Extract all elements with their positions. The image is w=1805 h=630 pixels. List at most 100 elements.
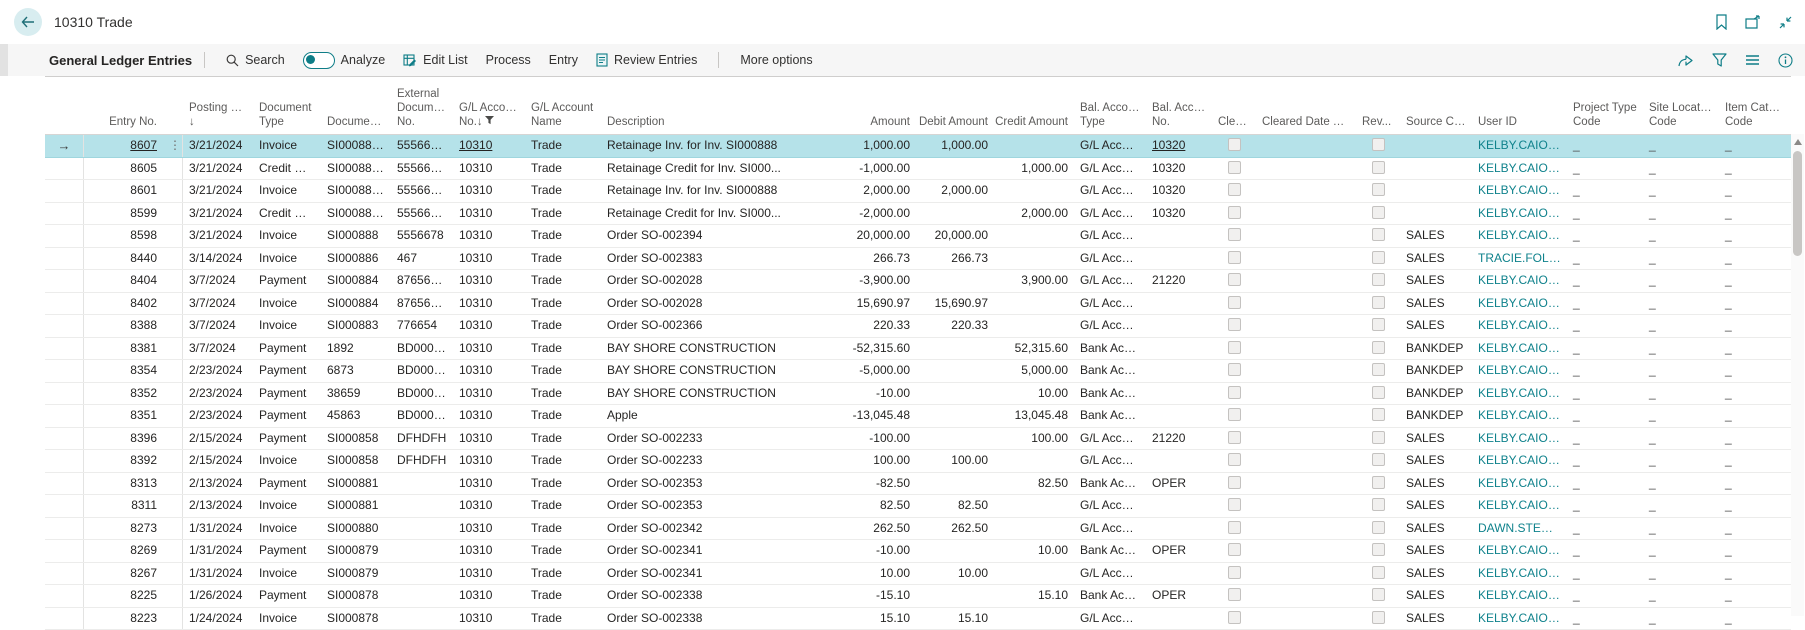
cell-user_id[interactable]: KELBY.CAIOLA (1472, 405, 1567, 427)
column-header-description[interactable]: Description (601, 77, 826, 134)
column-header-ptype[interactable]: Project TypeCode (1567, 77, 1643, 134)
table-row[interactable]: 84023/7/2024InvoiceSI0008848765678901031… (45, 293, 1791, 316)
bookmark-icon[interactable] (1713, 12, 1730, 32)
table-row[interactable]: 83512/23/2024Payment45863BD0004410310Tra… (45, 405, 1791, 428)
clea-checkbox[interactable] (1228, 408, 1241, 421)
cell-entry_no[interactable]: 8225 (83, 585, 163, 607)
rev-checkbox[interactable] (1372, 476, 1385, 489)
cell-user_id[interactable]: KELBY.CAIOLA (1472, 428, 1567, 450)
rev-checkbox[interactable] (1372, 341, 1385, 354)
cell-entry_no[interactable]: 8440 (83, 248, 163, 270)
info-icon[interactable] (1776, 51, 1795, 70)
clea-checkbox[interactable] (1228, 386, 1241, 399)
table-row[interactable]: 86053/21/2024Credit MemoSI000888RC155566… (45, 158, 1791, 181)
clea-checkbox[interactable] (1228, 611, 1241, 624)
open-in-new-window-icon[interactable] (1743, 13, 1763, 32)
cell-user_id[interactable]: KELBY.CAIOLA (1472, 563, 1567, 585)
cell-user_id[interactable]: KELBY.CAIOLA (1472, 383, 1567, 405)
clea-checkbox[interactable] (1228, 363, 1241, 376)
rev-checkbox[interactable] (1372, 408, 1385, 421)
rev-checkbox[interactable] (1372, 363, 1385, 376)
clea-checkbox[interactable] (1228, 228, 1241, 241)
cell-user_id[interactable]: KELBY.CAIOLA (1472, 270, 1567, 292)
rev-checkbox[interactable] (1372, 251, 1385, 264)
table-row[interactable]: 83962/15/2024PaymentSI000858DFHDFH10310T… (45, 428, 1791, 451)
column-header-source[interactable]: Source Code (1400, 77, 1472, 134)
table-row[interactable]: 82691/31/2024PaymentSI00087910310TradeOr… (45, 540, 1791, 563)
cell-entry_no[interactable]: 8392 (83, 450, 163, 472)
table-row[interactable]: 82231/24/2024InvoiceSI00087810310TradeOr… (45, 608, 1791, 630)
clea-checkbox[interactable] (1228, 498, 1241, 511)
table-row[interactable]: 83542/23/2024Payment6873BD0004510310Trad… (45, 360, 1791, 383)
cell-user_id[interactable]: KELBY.CAIOLA (1472, 293, 1567, 315)
cell-entry_no[interactable]: 8599 (83, 203, 163, 225)
column-header-credit[interactable]: Credit Amount (994, 77, 1074, 134)
column-header-cleared_dt[interactable]: Cleared Date Time (1256, 77, 1356, 134)
rev-checkbox[interactable] (1372, 431, 1385, 444)
clea-checkbox[interactable] (1228, 341, 1241, 354)
collapse-icon[interactable] (1776, 13, 1795, 32)
clea-checkbox[interactable] (1228, 183, 1241, 196)
more-options-button[interactable]: More options (731, 44, 821, 76)
rev-checkbox[interactable] (1372, 206, 1385, 219)
vertical-scrollbar[interactable] (1791, 134, 1804, 616)
edit-list-button[interactable]: Edit List (394, 44, 476, 76)
cell-user_id[interactable]: KELBY.CAIOLA (1472, 540, 1567, 562)
choose-columns-icon[interactable] (1743, 52, 1762, 68)
rev-checkbox[interactable] (1372, 161, 1385, 174)
cell-user_id[interactable]: KELBY.CAIOLA (1472, 450, 1567, 472)
table-row[interactable]: 85983/21/2024InvoiceSI000888555667810310… (45, 225, 1791, 248)
rev-checkbox[interactable] (1372, 296, 1385, 309)
clea-checkbox[interactable] (1228, 431, 1241, 444)
analyze-toggle[interactable] (303, 52, 335, 69)
cell-entry_no[interactable]: 8273 (83, 518, 163, 540)
table-row[interactable]: 82731/31/2024InvoiceSI00088010310TradeOr… (45, 518, 1791, 541)
column-header-clea[interactable]: Clea... (1212, 77, 1256, 134)
cell-entry_no[interactable]: 8404 (83, 270, 163, 292)
table-row[interactable]: 84403/14/2024InvoiceSI00088646710310Trad… (45, 248, 1791, 271)
table-row[interactable]: 83132/13/2024PaymentSI00088110310TradeOr… (45, 473, 1791, 496)
cell-entry_no[interactable]: 8605 (83, 158, 163, 180)
cell-entry_no[interactable]: 8354 (83, 360, 163, 382)
clea-checkbox[interactable] (1228, 273, 1241, 286)
column-header-doc_no[interactable]: Document No. (321, 77, 391, 134)
cell-user_id[interactable]: KELBY.CAIOLA (1472, 158, 1567, 180)
clea-checkbox[interactable] (1228, 543, 1241, 556)
column-header-bal_no[interactable]: Bal. AccountNo. (1146, 77, 1212, 134)
rev-checkbox[interactable] (1372, 566, 1385, 579)
column-header-rev[interactable]: Rev... (1356, 77, 1400, 134)
cell-entry_no[interactable]: 8267 (83, 563, 163, 585)
cell-entry_no[interactable]: 8269 (83, 540, 163, 562)
row-menu-dots[interactable]: ⋮ (163, 135, 183, 157)
column-header-user_id[interactable]: User ID (1472, 77, 1567, 134)
table-row[interactable]: 83112/13/2024InvoiceSI00088110310TradeOr… (45, 495, 1791, 518)
column-header-gl_acc_name[interactable]: G/L AccountName (525, 77, 601, 134)
rev-checkbox[interactable] (1372, 588, 1385, 601)
clea-checkbox[interactable] (1228, 521, 1241, 534)
column-header-gl_acc_no[interactable]: G/L AccountNo.↓ (453, 77, 525, 134)
cell-user_id[interactable]: DAWN.STENBOL (1472, 518, 1567, 540)
cell-user_id[interactable]: KELBY.CAIOLA (1472, 135, 1567, 157)
share-icon[interactable] (1675, 51, 1696, 70)
analyze-toggle-item[interactable]: Analyze (294, 44, 394, 76)
cell-user_id[interactable]: KELBY.CAIOLA (1472, 203, 1567, 225)
cell-user_id[interactable]: KELBY.CAIOLA (1472, 180, 1567, 202)
cell-entry_no[interactable]: 8381 (83, 338, 163, 360)
table-row[interactable]: 86013/21/2024InvoiceSI000888R5556678R103… (45, 180, 1791, 203)
review-entries-button[interactable]: Review Entries (587, 44, 706, 76)
cell-entry_no[interactable]: 8396 (83, 428, 163, 450)
cell-user_id[interactable]: TRACIE.FOLSCR... (1472, 248, 1567, 270)
table-row[interactable]: 82251/26/2024PaymentSI00087810310TradeOr… (45, 585, 1791, 608)
rev-checkbox[interactable] (1372, 183, 1385, 196)
cell-bal_no[interactable]: 10320 (1146, 135, 1212, 157)
cell-user_id[interactable]: KELBY.CAIOLA (1472, 360, 1567, 382)
cell-entry_no[interactable]: 8607 (83, 135, 163, 157)
clea-checkbox[interactable] (1228, 476, 1241, 489)
rev-checkbox[interactable] (1372, 273, 1385, 286)
process-button[interactable]: Process (477, 44, 540, 76)
cell-user_id[interactable]: KELBY.CAIOLA (1472, 225, 1567, 247)
cell-user_id[interactable]: KELBY.CAIOLA (1472, 608, 1567, 630)
cell-user_id[interactable]: KELBY.CAIOLA (1472, 495, 1567, 517)
table-row[interactable]: 83922/15/2024InvoiceSI000858DFHDFH10310T… (45, 450, 1791, 473)
clea-checkbox[interactable] (1228, 318, 1241, 331)
